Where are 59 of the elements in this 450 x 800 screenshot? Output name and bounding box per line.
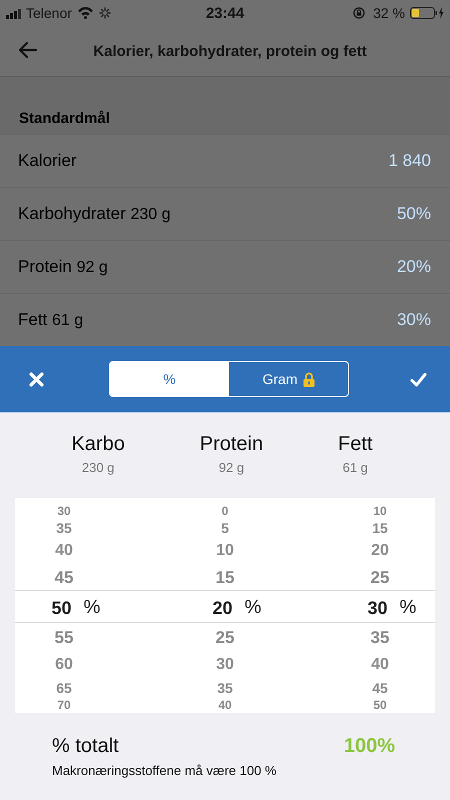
gram-amount: 92 g bbox=[218, 460, 246, 475]
picker-value[interactable]: 15 bbox=[368, 520, 392, 536]
picker-value[interactable]: 15 bbox=[213, 568, 237, 588]
picker-value[interactable]: 25 bbox=[213, 628, 237, 648]
picker-value-selected[interactable]: 20 bbox=[210, 598, 235, 618]
column-heading: Karbo bbox=[71, 433, 125, 456]
picker-value[interactable]: 10 bbox=[213, 542, 237, 560]
picker-value[interactable]: 55 bbox=[52, 628, 76, 648]
picker-value[interactable]: 5 bbox=[213, 520, 237, 536]
picker-value[interactable]: 10 bbox=[368, 504, 392, 518]
hint-text: Makronæringsstoffene må være 100 % bbox=[52, 763, 278, 778]
clock: 23:44 bbox=[204, 4, 246, 22]
picker-value[interactable]: 20 bbox=[368, 542, 392, 560]
battery-icon bbox=[410, 7, 444, 19]
picker-value[interactable]: 25 bbox=[368, 568, 392, 588]
segment-tab[interactable]: % bbox=[110, 362, 229, 396]
list-row[interactable]: Fett 61 g 30% bbox=[0, 293, 450, 346]
unit-label: % bbox=[84, 597, 100, 619]
picker-value[interactable]: 45 bbox=[368, 680, 392, 696]
segment-tab[interactable]: Gram bbox=[229, 362, 348, 396]
padlock-icon bbox=[302, 372, 314, 386]
picker-value[interactable]: 40 bbox=[52, 542, 76, 560]
gram-amount: 230 g bbox=[80, 460, 116, 475]
picker-value[interactable]: 60 bbox=[52, 656, 76, 674]
picker-value[interactable]: 45 bbox=[52, 568, 76, 588]
picker-value[interactable]: 65 bbox=[52, 680, 76, 696]
checkmark-icon bbox=[410, 370, 426, 388]
picker-value[interactable]: 30 bbox=[213, 656, 237, 674]
spinner-icon bbox=[98, 7, 111, 19]
total-value: 100% bbox=[344, 735, 395, 758]
picker-value[interactable]: 30 bbox=[52, 504, 76, 518]
picker-value[interactable]: 35 bbox=[52, 520, 76, 536]
gram-amount: 61 g bbox=[342, 460, 369, 475]
unit-label: % bbox=[244, 597, 262, 619]
picker-value[interactable]: 35 bbox=[368, 628, 392, 648]
picker-value[interactable]: 40 bbox=[368, 656, 392, 674]
list-row[interactable]: Karbohydrater 230 g 50% bbox=[0, 187, 450, 240]
back-button[interactable] bbox=[18, 41, 40, 61]
battery-percent: 32 % bbox=[373, 5, 405, 21]
close-icon bbox=[28, 370, 44, 388]
screen-title: Kalorier, karbohydrater, protein og fett bbox=[92, 42, 368, 60]
picker-value[interactable]: 40 bbox=[213, 698, 237, 712]
back-arrow-icon bbox=[18, 41, 38, 59]
list-row[interactable]: Protein 92 g 20% bbox=[0, 240, 450, 293]
list-row[interactable]: Kalorier 1 840 bbox=[0, 134, 450, 187]
column-heading: Protein bbox=[200, 433, 264, 456]
picker-value-selected[interactable]: 50 bbox=[50, 598, 74, 618]
signal-icon bbox=[6, 8, 21, 18]
wifi-icon bbox=[76, 7, 94, 19]
picker-value[interactable]: 70 bbox=[52, 698, 76, 712]
carrier-name: Telenor bbox=[26, 5, 72, 21]
total-label: % totalt bbox=[52, 735, 119, 758]
unit-label: % bbox=[400, 597, 416, 619]
column-heading: Fett bbox=[338, 433, 372, 456]
picker-value[interactable]: 50 bbox=[368, 698, 392, 712]
picker-value-selected[interactable]: 30 bbox=[366, 598, 390, 618]
picker-value[interactable]: 35 bbox=[213, 680, 237, 696]
picker-value[interactable]: 0 bbox=[213, 504, 237, 518]
rotation-lock-icon bbox=[353, 7, 366, 19]
